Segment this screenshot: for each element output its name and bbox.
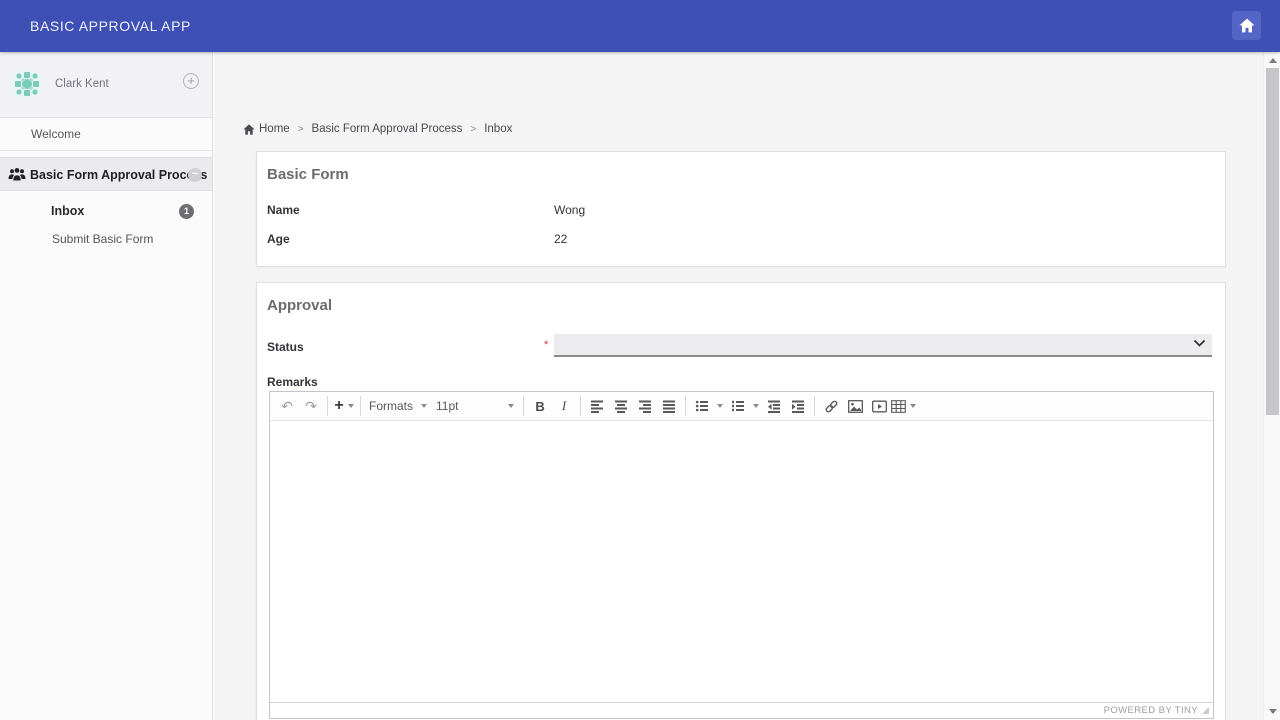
table-button[interactable]: [891, 395, 917, 417]
age-value: 22: [554, 232, 568, 246]
remarks-editor: ↶ ↷ + Formats 11pt B I POWERED BY TINY: [269, 391, 1214, 719]
inbox-count-badge: 1: [179, 204, 194, 219]
add-user-button[interactable]: +: [183, 73, 199, 89]
bullet-list-button[interactable]: [690, 395, 714, 417]
italic-button[interactable]: I: [552, 395, 576, 417]
fontsize-dropdown[interactable]: 11pt: [427, 395, 519, 417]
redo-button[interactable]: ↷: [299, 395, 323, 417]
indent-button[interactable]: [786, 395, 810, 417]
align-right-icon[interactable]: [633, 395, 657, 417]
remarks-editor-body[interactable]: [270, 421, 1213, 702]
top-navbar: BASIC APPROVAL APP: [0, 0, 1280, 52]
editor-toolbar: ↶ ↷ + Formats 11pt B I: [270, 392, 1213, 421]
sidebar-item-basic-form-approval-process[interactable]: Basic Form Approval Process −: [0, 157, 212, 191]
collapse-toggle[interactable]: −: [188, 168, 202, 182]
breadcrumb-process[interactable]: Basic Form Approval Process: [312, 123, 463, 135]
sidebar-item-inbox[interactable]: Inbox 1: [0, 197, 212, 226]
sidebar-item-submit-basic-form[interactable]: Submit Basic Form: [0, 226, 212, 253]
breadcrumb: Home > Basic Form Approval Process > Inb…: [243, 123, 512, 135]
media-icon[interactable]: [867, 395, 891, 417]
scroll-up-arrow[interactable]: [1268, 58, 1277, 63]
link-icon[interactable]: [819, 395, 843, 417]
card-title: Approval: [267, 297, 333, 314]
name-label: Name: [267, 203, 300, 217]
card-title: Basic Form: [267, 166, 349, 183]
sidebar-item-label: Inbox: [51, 204, 85, 218]
align-left-icon[interactable]: [585, 395, 609, 417]
sidebar-item-label: Basic Form Approval Process: [30, 168, 208, 182]
required-marker: *: [544, 339, 549, 351]
status-label: Status: [267, 340, 304, 354]
align-justify-icon[interactable]: [657, 395, 681, 417]
powered-by-tiny-label: POWERED BY TINY: [1103, 705, 1198, 716]
caret-down-icon: [347, 404, 354, 408]
caret-down-icon: [753, 404, 760, 408]
age-label: Age: [267, 232, 290, 246]
user-panel: Clark Kent +: [0, 52, 212, 118]
bold-button[interactable]: B: [528, 395, 552, 417]
avatar: [11, 68, 43, 100]
breadcrumb-home[interactable]: Home: [243, 123, 290, 135]
breadcrumb-separator: >: [470, 123, 477, 135]
home-icon: [243, 123, 255, 135]
chevron-down-icon: [1194, 340, 1205, 347]
undo-button[interactable]: ↶: [275, 395, 299, 417]
home-button[interactable]: [1232, 11, 1261, 40]
status-select[interactable]: [554, 334, 1212, 357]
home-icon: [1238, 18, 1255, 33]
user-name: Clark Kent: [55, 78, 109, 90]
breadcrumb-inbox[interactable]: Inbox: [484, 123, 512, 135]
image-icon[interactable]: [843, 395, 867, 417]
caret-down-icon: [910, 404, 917, 408]
users-icon: [8, 167, 26, 182]
basic-form-card: Basic Form Name Wong Age 22: [256, 151, 1226, 267]
scroll-down-arrow[interactable]: [1268, 709, 1277, 714]
remarks-label: Remarks: [267, 375, 318, 389]
formats-dropdown[interactable]: Formats: [365, 395, 428, 417]
name-value: Wong: [554, 203, 586, 217]
sidebar-item-welcome[interactable]: Welcome: [0, 118, 212, 151]
vertical-scrollbar[interactable]: [1263, 52, 1280, 720]
scrollbar-thumb[interactable]: [1266, 68, 1279, 415]
main-content: Home > Basic Form Approval Process > Inb…: [214, 52, 1263, 720]
sidebar: Clark Kent + Welcome Basic Form Approval…: [0, 52, 213, 720]
approval-card: Approval Status * Remarks ↶ ↷ + Formats …: [256, 282, 1226, 720]
app-title: BASIC APPROVAL APP: [30, 18, 191, 34]
caret-down-icon: [508, 404, 515, 408]
breadcrumb-separator: >: [297, 123, 304, 135]
numbered-list-caret[interactable]: [750, 395, 762, 417]
numbered-list-button[interactable]: [726, 395, 750, 417]
editor-statusbar: POWERED BY TINY: [270, 702, 1213, 718]
align-center-icon[interactable]: [609, 395, 633, 417]
bullet-list-caret[interactable]: [714, 395, 726, 417]
resize-handle[interactable]: [1202, 707, 1209, 714]
insert-menu-button[interactable]: +: [332, 395, 356, 417]
outdent-button[interactable]: [762, 395, 786, 417]
caret-down-icon: [717, 404, 724, 408]
